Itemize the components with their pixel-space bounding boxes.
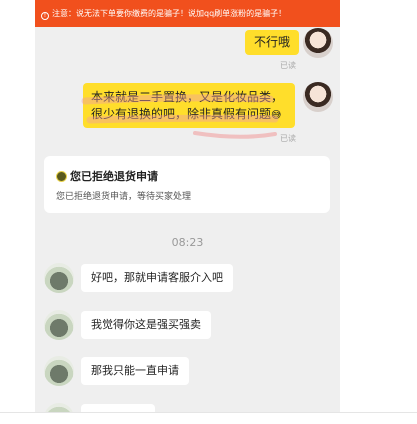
sent-message-line-1: 本来就是二手置换，又是化妆品类， <box>91 90 284 104</box>
refund-card-title: 您已拒绝退货申请 <box>56 168 158 184</box>
seller-avatar[interactable] <box>303 28 333 58</box>
timestamp: 08:23 <box>171 236 204 249</box>
coin-icon <box>56 171 67 182</box>
highlight-stroke <box>193 131 277 139</box>
screenshot-frame: ! 注意：说无法下单要你缴费的是骗子！说加qq刷单涨粉的是骗子！ 不行哦 已读 本… <box>0 0 417 424</box>
read-status: 已读 <box>280 61 296 70</box>
warning-text: 注意：说无法下单要你缴费的是骗子！说加qq刷单涨粉的是骗子！ <box>52 9 287 18</box>
sent-message-bubble[interactable]: 不行哦 <box>245 30 300 55</box>
sent-message-bubble[interactable]: 本来就是二手置换，又是化妆品类， 很少有退换的吧，除非真假有问题😅 <box>83 83 295 128</box>
buyer-avatar[interactable] <box>44 263 74 293</box>
received-message-bubble[interactable] <box>81 404 155 412</box>
received-message-text: 我觉得你这是强买强卖 <box>91 318 201 331</box>
received-message-bubble[interactable]: 我觉得你这是强买强卖 <box>81 311 211 339</box>
buyer-avatar[interactable] <box>44 310 74 340</box>
buyer-avatar[interactable] <box>44 356 74 386</box>
chat-screen: ! 注意：说无法下单要你缴费的是骗子！说加qq刷单涨粉的是骗子！ 不行哦 已读 本… <box>35 0 340 412</box>
buyer-avatar[interactable] <box>44 403 74 412</box>
refund-status-card[interactable]: 您已拒绝退货申请 您已拒绝退货申请，等待买家处理 <box>44 156 330 213</box>
read-status: 已读 <box>280 134 296 143</box>
sweat-smile-emoji: 😅 <box>271 110 282 121</box>
seller-avatar[interactable] <box>303 82 333 112</box>
received-message-bubble[interactable]: 那我只能一直申请 <box>81 357 189 385</box>
sent-message-text: 不行哦 <box>254 35 291 49</box>
sent-message-line-2: 很少有退换的吧，除非真假有问题 <box>91 107 272 121</box>
info-circle-icon: ! <box>41 12 49 20</box>
received-message-bubble[interactable]: 好吧，那就申请客服介入吧 <box>81 264 233 292</box>
received-message-text: 好吧，那就申请客服介入吧 <box>91 271 223 284</box>
divider <box>0 412 417 413</box>
received-message-text: 那我只能一直申请 <box>91 364 179 377</box>
refund-card-description: 您已拒绝退货申请，等待买家处理 <box>56 192 192 202</box>
warning-banner: ! 注意：说无法下单要你缴费的是骗子！说加qq刷单涨粉的是骗子！ <box>35 0 340 27</box>
